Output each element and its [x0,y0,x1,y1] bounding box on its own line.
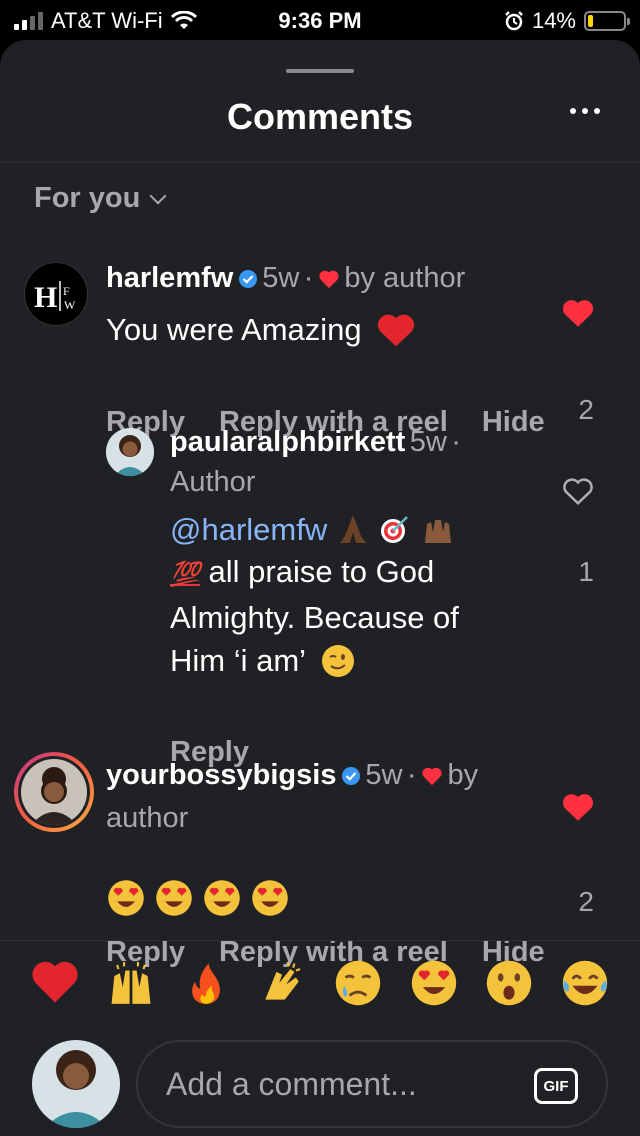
verified-badge-icon [341,767,360,785]
like-count: 2 [578,886,594,917]
clapping-hands-emoji-button[interactable] [257,958,307,1008]
like-heart-outline-icon[interactable] [561,476,595,506]
liked-by-label: by [447,759,479,791]
text-line-4: Him ‘i am’ [170,643,305,678]
comment-time: 5w [409,426,447,458]
text-line-2: all praise to God [208,554,435,589]
profile-photo-icon [21,759,87,825]
raising-hands-emoji-button[interactable] [106,958,156,1008]
comment-text: @harlemfw 💯 all praise to God Almighty. … [170,512,550,682]
verified-badge-icon [238,270,257,288]
battery-fill [588,15,593,27]
astonished-face-emoji-button[interactable] [484,958,534,1008]
heart-eyes-emoji-icon [252,880,288,916]
drag-handle[interactable] [286,69,354,73]
battery-percent: 14% [531,8,576,33]
winking-face-emoji-icon [321,645,354,677]
comment-time: 5w [262,262,300,294]
text-line-3: Almighty. Because of [170,600,459,635]
like-column [558,476,598,511]
profile-photo-icon [32,1040,120,1128]
tears-of-joy-emoji-button[interactable] [560,958,610,1008]
heart-eyes-emoji-icon [204,880,240,916]
comment-input-placeholder: Add a comment... [166,1066,417,1102]
like-heart-icon[interactable] [561,792,595,822]
heart-eyes-emoji-icon [156,880,192,916]
separator-dot: · [451,426,461,458]
like-heart-icon[interactable] [561,298,595,328]
direct-hit-emoji-icon [381,516,409,543]
sheet-title: Comments [226,96,414,137]
heart-eyes-emoji-button[interactable] [409,958,459,1008]
liked-by-author-label: by author [344,262,466,294]
comment-input[interactable]: Add a comment... GIF [136,1040,608,1128]
comment-emojis [106,878,290,918]
more-options-button[interactable] [570,108,600,114]
avatar-with-story-ring[interactable] [14,752,94,832]
fire-emoji-button[interactable] [181,958,231,1008]
chevron-down-icon [149,187,167,204]
author-liked-heart-icon [319,270,339,289]
red-heart-emoji-icon [378,314,415,347]
quick-emoji-bar [30,958,610,1008]
like-column [558,298,598,333]
status-bar: AT&T Wi-Fi 9:36 PM 14% [0,0,640,40]
author-liked-heart-icon [422,767,442,786]
username[interactable]: paularalphbirkett [170,426,405,458]
battery-icon [584,11,630,31]
alarm-icon [505,11,523,31]
comment-harlemfw: H F W harlemfw 5w · by author You were A… [0,252,640,438]
separator-dot: · [303,262,314,294]
mention-link[interactable]: @harlemfw [170,512,327,547]
svg-text:H: H [34,281,57,314]
username[interactable]: harlemfw [106,262,233,294]
svg-text:F: F [63,284,70,298]
red-heart-emoji-button[interactable] [30,958,80,1008]
comments-sheet: Comments For you H F W harlemfw 5w · by … [0,40,640,1136]
reply-paularalphbirkett: paularalphbirkett 5w · Author @harlemfw … [0,422,640,768]
username[interactable]: yourbossybigsis [106,759,336,791]
hundred-points-emoji-icon: 💯 [170,561,200,588]
comment-line-4: Him ‘i am’ [170,639,550,682]
comment-text: You were Amazing [106,308,416,351]
crying-face-emoji-button[interactable] [333,958,383,1008]
author-word: author [106,802,189,834]
filter-label: For you [34,182,141,214]
my-avatar [32,1040,120,1128]
avatar[interactable]: H F W [24,262,88,326]
heart-eyes-emoji-icon [108,880,144,916]
raising-hands-emoji-icon [425,520,452,543]
comment-text-content: You were Amazing [106,312,362,347]
folded-hands-emoji-icon [339,515,366,543]
gif-button[interactable]: GIF [534,1068,578,1104]
svg-text:W: W [64,298,76,312]
comment-time: 5w [365,759,403,791]
header-divider [0,162,640,163]
comment-yourbossybigsis: yourbossybigsis 5w · by author Reply Rep… [0,746,640,968]
separator-dot: · [406,759,417,791]
emoji-bar-divider [0,940,640,941]
author-tag: Author [170,466,256,498]
sort-filter-dropdown[interactable]: For you [34,182,167,215]
comment-composer: Add a comment... GIF [0,1038,640,1136]
harlem-fashion-week-logo: H F W [34,281,76,314]
status-right: 14% [504,8,630,34]
like-column [558,792,598,827]
avatar[interactable] [106,428,154,476]
profile-photo-icon [106,428,154,476]
like-count: 1 [578,556,594,587]
comment-line-2: 💯 all praise to God [170,550,550,596]
